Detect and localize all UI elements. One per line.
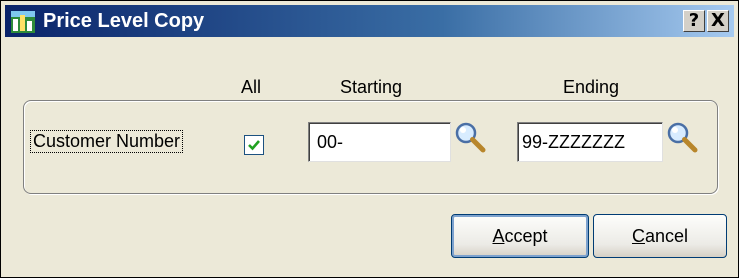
cancel-button[interactable]: Cancel — [593, 214, 727, 258]
accept-mnemonic: A — [492, 226, 505, 246]
starting-lookup-icon[interactable] — [453, 120, 489, 156]
accept-label: ccept — [504, 226, 548, 246]
column-header-starting: Starting — [340, 77, 403, 97]
ending-customer-field[interactable]: 99-ZZZZZZZ — [517, 122, 663, 162]
help-button[interactable]: ? — [683, 10, 705, 32]
column-header-all: All — [241, 77, 262, 97]
cancel-label: ancel — [644, 226, 689, 246]
all-checkbox[interactable] — [244, 135, 264, 155]
customer-number-label: Customer Number — [29, 130, 184, 153]
ending-lookup-icon[interactable] — [665, 120, 701, 156]
checkmark-icon — [248, 140, 260, 151]
starting-customer-field[interactable]: 00- — [308, 122, 451, 162]
title-bar[interactable]: Price Level Copy ? X — [5, 5, 734, 37]
cancel-mnemonic: C — [631, 226, 645, 246]
column-header-ending: Ending — [563, 77, 620, 97]
close-button[interactable]: X — [707, 10, 729, 32]
price-level-copy-dialog: Price Level Copy ? X All Starting Ending… — [0, 0, 739, 278]
app-icon — [11, 11, 35, 33]
window-title: Price Level Copy — [43, 10, 205, 32]
accept-button[interactable]: Accept — [451, 214, 589, 258]
